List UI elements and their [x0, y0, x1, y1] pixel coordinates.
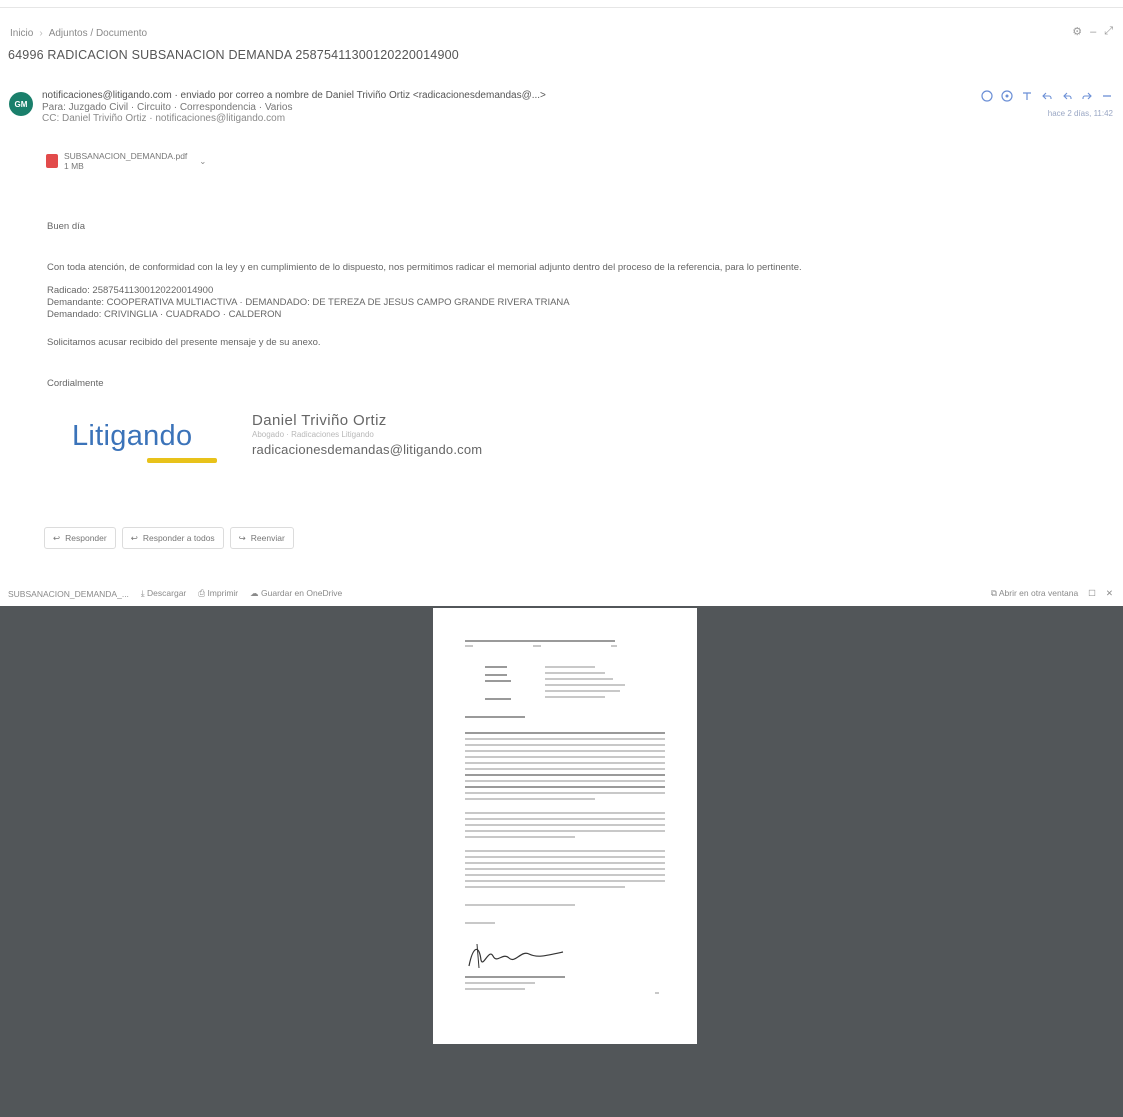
- breadcrumb: Inicio › Adjuntos / Documento: [10, 28, 147, 39]
- reply-buttons: ↩ Responder ↩ Responder a todos ↪ Reenviar: [44, 527, 294, 549]
- reply-label: Responder: [65, 533, 107, 543]
- sticker-icon[interactable]: [1001, 90, 1013, 102]
- close-icon[interactable]: ✕: [1106, 588, 1113, 599]
- signature-name: Daniel Triviño Ortiz: [252, 412, 387, 429]
- chevron-down-icon[interactable]: ⌄: [199, 156, 206, 167]
- minimize-icon[interactable]: –: [1090, 26, 1096, 38]
- recipient-to[interactable]: Para: Juzgado Civil · Circuito · Corresp…: [42, 102, 546, 114]
- reply-all-label: Responder a todos: [142, 533, 215, 543]
- pdf-filename: SUBSANACION_DEMANDA_...: [8, 588, 129, 599]
- avatar[interactable]: GM: [9, 92, 33, 116]
- body-closing: Cordialmente: [47, 378, 104, 389]
- settings-icon[interactable]: ⚙: [1072, 25, 1082, 38]
- body-radicado: Radicado: 25875411300120220014900: [47, 285, 214, 296]
- email-subject: 64996 RADICACION SUBSANACION DEMANDA 258…: [8, 48, 459, 62]
- save-label: Guardar en OneDrive: [261, 588, 343, 598]
- breadcrumb-separator: ›: [39, 28, 43, 39]
- breadcrumb-current[interactable]: Adjuntos / Documento: [49, 28, 147, 39]
- reply-all-icon: ↩: [130, 532, 138, 543]
- forward-icon: ↪: [238, 532, 246, 543]
- recipient-cc[interactable]: CC: Daniel Triviño Ortiz · notificacione…: [42, 113, 546, 125]
- reply-all-button[interactable]: ↩ Responder a todos: [121, 527, 224, 549]
- print-label: Imprimir: [207, 588, 239, 598]
- reply-all-icon[interactable]: [1061, 90, 1073, 102]
- open-window-button[interactable]: ⧉ Abrir en otra ventana: [991, 588, 1078, 599]
- pdf-toolbar: SUBSANACION_DEMANDA_... ⤓ Descargar ⎙ Im…: [0, 584, 1123, 606]
- message-actions: [981, 90, 1113, 102]
- forward-icon[interactable]: [1081, 90, 1093, 102]
- fullscreen-icon[interactable]: ☐: [1088, 588, 1096, 599]
- top-right-controls: ⚙ – ⤢: [1072, 25, 1113, 38]
- pdf-file-icon: [46, 154, 58, 168]
- print-button[interactable]: ⎙ Imprimir: [198, 588, 238, 599]
- pdf-page[interactable]: [433, 608, 697, 1044]
- reply-icon[interactable]: [1041, 90, 1053, 102]
- signature-logo: Litigando: [72, 420, 193, 452]
- more-options-icon[interactable]: [1101, 90, 1113, 102]
- forward-label: Reenviar: [250, 533, 285, 543]
- reply-icon: ↩: [53, 532, 61, 543]
- attachment-card[interactable]: SUBSANACION_DEMANDA.pdf 1 MB ⌄: [46, 147, 236, 175]
- body-greeting: Buen día: [47, 221, 86, 232]
- body-demandado: Demandado: CRIVINGLIA · CUADRADO · CALDE…: [47, 309, 282, 320]
- signature-email[interactable]: radicacionesdemandas@litigando.com: [252, 442, 482, 457]
- download-button[interactable]: ⤓ Descargar: [141, 588, 186, 599]
- signature-role: Abogado · Radicaciones Litigando: [252, 430, 374, 439]
- breadcrumb-home[interactable]: Inicio: [10, 28, 33, 39]
- handwritten-signature-image: [468, 943, 564, 969]
- emoji-icon[interactable]: [981, 90, 993, 102]
- expand-icon[interactable]: ⤢: [1104, 25, 1113, 38]
- body-intro: Con toda atención, de conformidad con la…: [47, 262, 802, 273]
- forward-button[interactable]: ↪ Reenviar: [229, 527, 294, 549]
- attachment-meta: SUBSANACION_DEMANDA.pdf 1 MB: [64, 151, 187, 171]
- download-label: Descargar: [147, 588, 187, 598]
- top-divider: [0, 7, 1123, 8]
- sender-block: notificaciones@litigando.com · enviado p…: [42, 90, 546, 125]
- logo-underline: [147, 458, 217, 463]
- sender-from[interactable]: notificaciones@litigando.com · enviado p…: [42, 90, 546, 102]
- open-window-label: Abrir en otra ventana: [998, 588, 1079, 598]
- translate-icon[interactable]: [1021, 90, 1033, 102]
- reply-button[interactable]: ↩ Responder: [44, 527, 116, 549]
- attachment-name: SUBSANACION_DEMANDA.pdf: [64, 151, 188, 161]
- attachment-size: 1 MB: [64, 161, 84, 171]
- pdf-viewer[interactable]: [0, 606, 1123, 1117]
- message-date: hace 2 días, 11:42: [1047, 109, 1113, 118]
- body-request: Solicitamos acusar recibido del presente…: [47, 337, 321, 348]
- body-demandante: Demandante: COOPERATIVA MULTIACTIVA · DE…: [47, 297, 570, 308]
- save-onedrive-button[interactable]: ☁ Guardar en OneDrive: [250, 588, 342, 599]
